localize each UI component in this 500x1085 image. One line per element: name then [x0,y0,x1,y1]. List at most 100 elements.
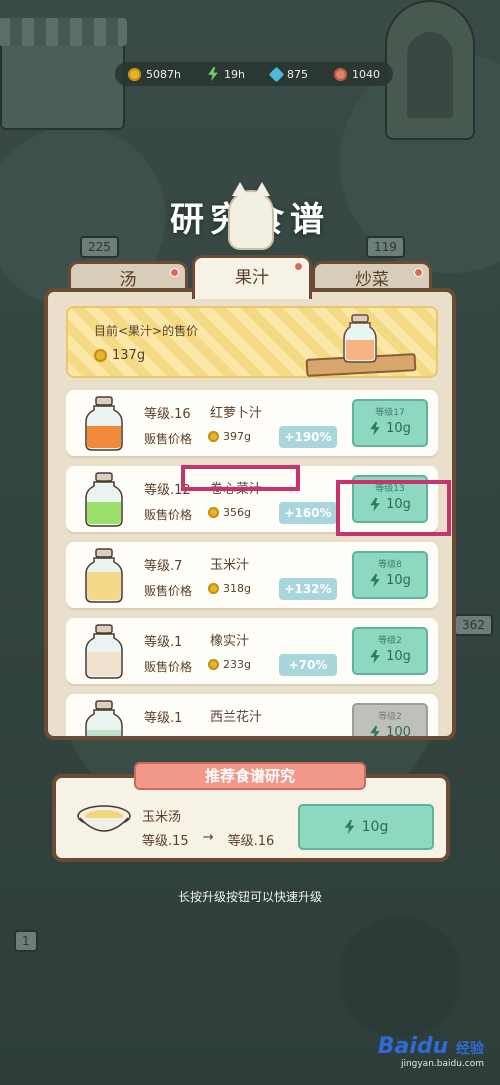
coin-icon [208,659,219,670]
sale-price-value: 318g [208,582,251,595]
sale-price-label: 贩售价格 [144,660,193,674]
sale-price-label: 贩售价格 [144,584,193,598]
juice-fill [87,502,121,524]
coin-icon [208,431,219,442]
resource-shells: 1040 [333,67,380,81]
tab-label: 汤 [119,270,137,290]
energy-icon [370,573,380,588]
background-sign: 362 [454,614,493,636]
resource-value: 875 [286,67,308,81]
recipe-item-carrot-juice: 等级.16 红萝卜汁 贩售价格 397g +190% 等级17 10g [66,390,438,456]
carrot-juice-jar-icon [85,396,123,451]
recipe-level: 等级.7 [144,559,183,574]
sale-price-text: 233g [223,658,251,671]
baidu-logo: Baidu 经验 [377,1034,484,1059]
resource-energy: 19h [207,67,245,81]
broccoli-juice-jar-icon [85,700,123,736]
upgrade-button[interactable]: 等级2 10g [352,627,428,675]
price-bonus-badge: +160% [279,502,337,524]
coin-icon [94,349,107,362]
current-price-banner: 目前<果汁>的售价 137g [66,306,438,378]
background-door [385,0,475,140]
price-bonus-badge: +132% [279,578,337,600]
next-level-label: 等级2 [378,712,402,722]
recipe-level: 等级.16 [144,407,191,422]
notification-dot-icon [294,262,303,271]
upgrade-button-disabled[interactable]: 等级2 100 [352,703,428,736]
coin-icon [208,507,219,518]
recipe-name: 橡实汁 [210,634,250,649]
cabbage-juice-jar-icon [85,472,123,527]
soup-bowl-icon [77,805,131,832]
recommend-recipe-name: 玉米汤 [142,810,182,825]
recipe-name: 玉米汁 [210,558,250,573]
long-press-hint: 长按升级按钮可以快速升级 [177,890,322,904]
energy-icon [208,67,218,81]
background-sign: 1 [14,930,38,952]
coin-icon [128,67,141,81]
next-level-label: 等级8 [378,560,402,570]
next-level-label: 等级17 [375,408,405,418]
energy-icon [370,649,380,664]
shell-icon [333,67,347,81]
from-level: 等级.15 [142,834,189,849]
watermark-url: jingyan.baidu.com [400,1059,484,1069]
recommend-upgrade-button[interactable]: 10g [298,804,434,850]
notification-dot-icon [170,268,179,277]
current-price-text: 137g [112,348,146,363]
recommend-header: 推荐食谱研究 [134,762,366,790]
recipe-item-acorn-juice: 等级.1 橡实汁 贩售价格 233g +70% 等级2 10g [66,618,438,684]
juice-fill [87,730,121,736]
next-level-label: 等级2 [378,636,402,646]
upgrade-cost: 10g [354,573,426,588]
price-bonus-badge: +190% [279,426,337,448]
cat-mascot-icon [228,182,274,250]
sale-price-value: 233g [208,658,251,671]
recipe-level: 等级.1 [144,711,183,726]
upgrade-cost-text: 10g [386,421,411,436]
tab-label: 果汁 [235,268,269,288]
corn-juice-jar-icon [85,548,123,603]
upgrade-button[interactable]: 等级8 10g [352,551,428,599]
recipe-list[interactable]: 等级.16 红萝卜汁 贩售价格 397g +190% 等级17 10g 等级.1… [66,390,438,736]
recipe-name: 红萝卜汁 [210,406,263,421]
upgrade-cost-text: 100 [386,725,411,736]
juice-jar-icon [343,314,377,363]
upgrade-cost-text: 10g [361,819,389,835]
upgrade-cost: 100 [354,725,426,736]
juice-fill [87,572,121,600]
upgrade-button[interactable]: 等级17 10g [352,399,428,447]
resource-value: 5087h [146,67,181,81]
highlight-box-upgrade-button [336,480,451,536]
price-bonus-badge: +70% [279,654,337,676]
recipe-item-corn-juice: 等级.7 玉米汁 贩售价格 318g +132% 等级8 10g [66,542,438,608]
sale-price-label: 贩售价格 [144,508,193,522]
energy-icon [344,820,355,834]
energy-icon [370,421,380,436]
upgrade-cost-text: 10g [386,649,411,664]
juice-fill [87,426,121,448]
upgrade-cost: 10g [354,421,426,436]
background-shop [0,18,127,130]
upgrade-cost: 10g [354,649,426,664]
recipe-name: 西兰花汁 [210,710,263,725]
acorn-juice-jar-icon [85,624,123,679]
sale-price-label: 贩售价格 [144,432,193,446]
sale-price-text: 318g [223,582,251,595]
tab-juice[interactable]: 果汁 [192,255,312,299]
resource-coins: 5087h [128,67,181,81]
sale-price-text: 356g [223,506,251,519]
recommend-level-change: 等级.15 → 等级.16 [142,830,274,849]
resource-value: 1040 [351,67,380,81]
coin-icon [208,583,219,594]
recipe-level: 等级.1 [144,635,183,650]
notification-dot-icon [414,268,423,277]
arrow-right-icon: → [202,830,214,845]
sale-price-text: 397g [223,430,251,443]
energy-icon [370,725,380,736]
upgrade-cost-text: 10g [386,573,411,588]
to-level: 等级.16 [227,834,275,849]
sale-price-value: 397g [208,430,251,443]
sale-price-value: 356g [208,506,251,519]
current-price-label: 目前<果汁>的售价 [94,324,199,338]
